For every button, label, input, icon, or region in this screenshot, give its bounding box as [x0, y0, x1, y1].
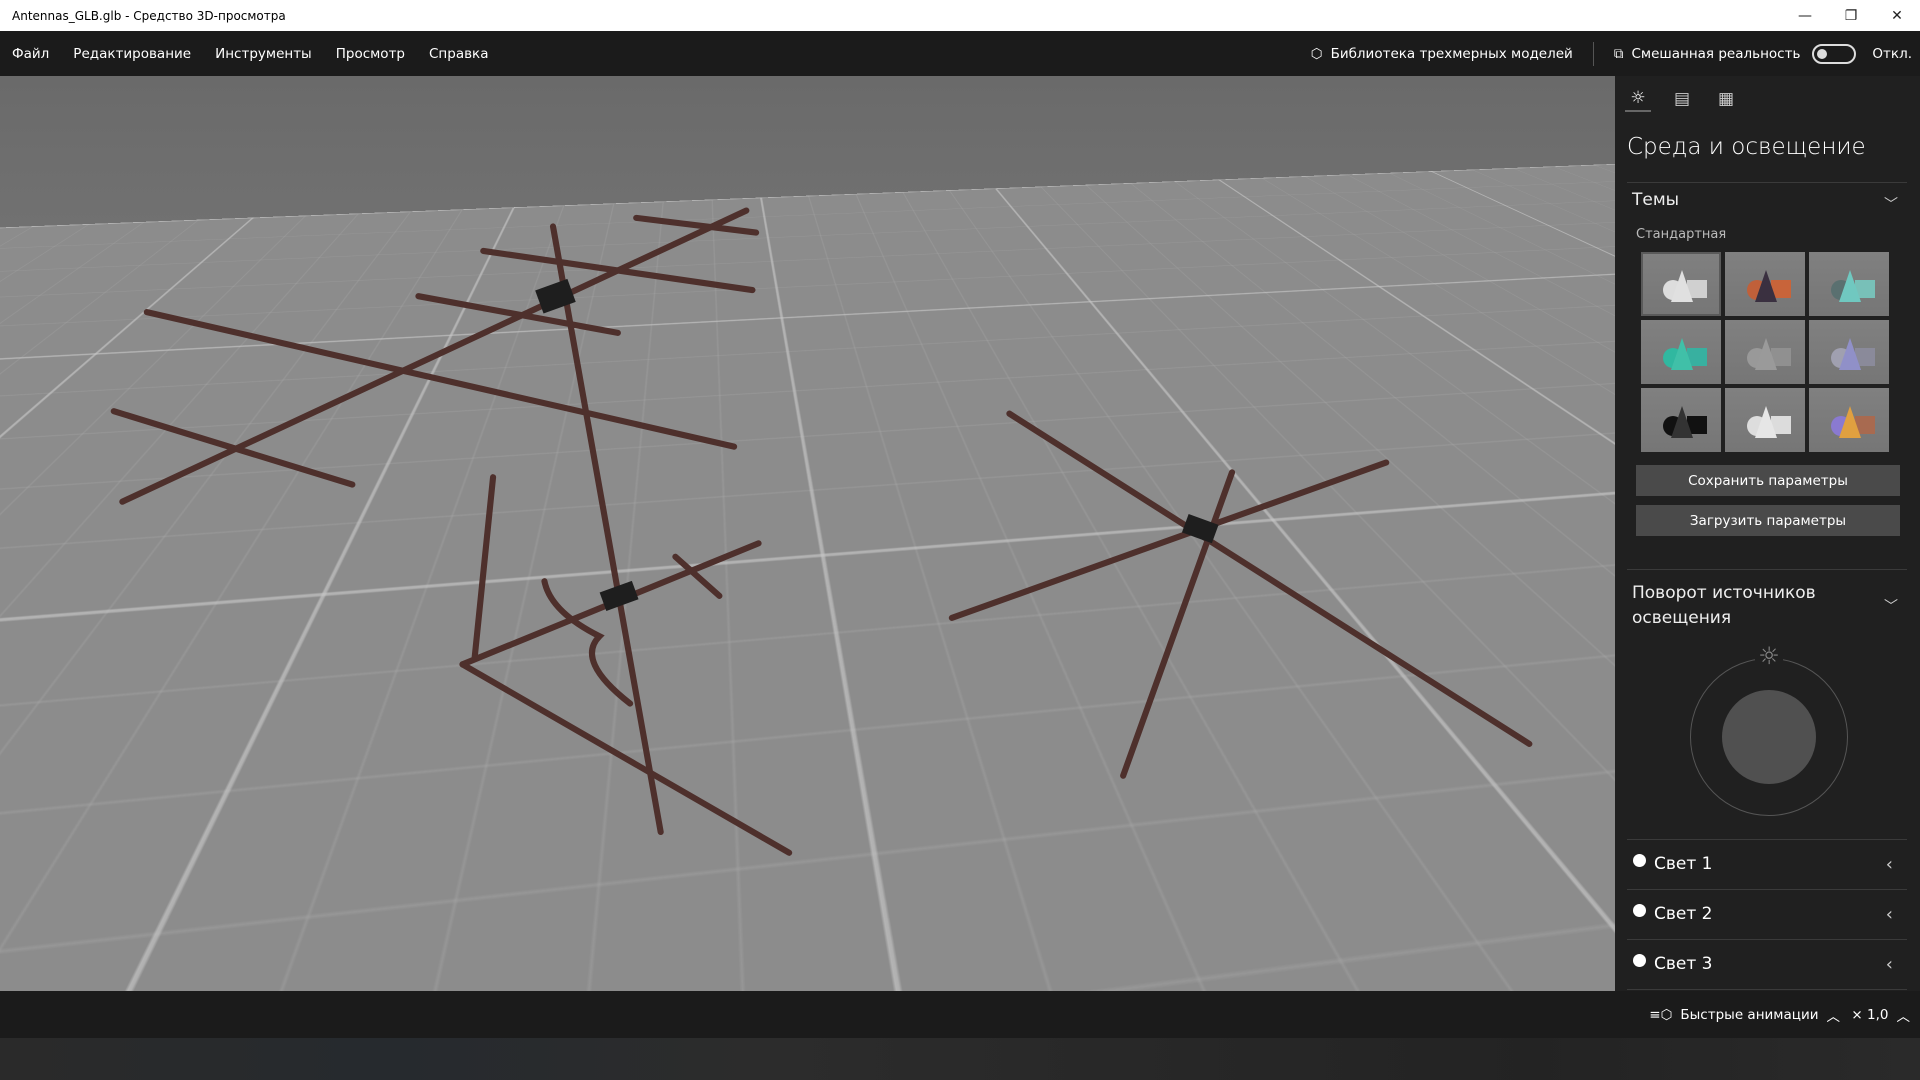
antenna-model[interactable] [0, 76, 1615, 991]
themes-subheader: Стандартная [1636, 227, 1727, 242]
cone-shape [1755, 270, 1777, 302]
menu-help[interactable]: Справка [417, 46, 500, 62]
bottom-bar: ≡⬡ Быстрые анимации ︿ × 1,0 ︿ [0, 991, 1920, 1038]
themes-header[interactable]: Темы [1632, 190, 1679, 210]
theme-tile[interactable] [1725, 320, 1805, 384]
3d-library-button[interactable]: Библиотека трехмерных моделей [1331, 46, 1573, 62]
stats-tab-chart-icon[interactable]: ▤ [1669, 86, 1695, 112]
speed-label: × 1,0 [1851, 1006, 1889, 1023]
light-dot-icon [1633, 953, 1646, 967]
theme-tile[interactable] [1809, 252, 1889, 316]
load-settings-button[interactable]: Загрузить параметры [1636, 505, 1900, 536]
divider [1592, 41, 1594, 66]
lighting-tab-sun-icon[interactable]: ☼ [1625, 86, 1651, 112]
menu-tools[interactable]: Инструменты [203, 46, 324, 62]
cone-shape [1671, 406, 1693, 438]
cone-shape [1755, 338, 1777, 370]
chevron-up-icon: ︿ [1826, 1008, 1841, 1025]
theme-grid [1641, 252, 1889, 452]
header-line: Поворот источников [1632, 583, 1816, 603]
chevron-down-icon[interactable]: ﹀ [1884, 596, 1898, 616]
cone-shape [1671, 270, 1693, 302]
window-title: Antennas_GLB.glb - Средство 3D-просмотра [12, 8, 286, 23]
cone-shape [1755, 406, 1777, 438]
cone-shape [1671, 338, 1693, 370]
cone-shape [1839, 270, 1861, 302]
mixed-reality-label: Смешанная реальность [1631, 45, 1801, 62]
chevron-down-icon[interactable]: ﹀ [1884, 194, 1898, 214]
menu-edit[interactable]: Редактирование [61, 46, 203, 62]
menu-file[interactable]: Файл [0, 46, 61, 62]
menu-bar: Файл Редактирование Инструменты Просмотр… [0, 31, 1920, 76]
chevron-left-icon[interactable]: ‹ [1886, 904, 1893, 925]
light-3-row[interactable]: Свет 3 ‹ [1629, 939, 1909, 989]
taskbar [0, 1038, 1920, 1080]
environment-panel: ☼ ▤ ▦ Среда и освещение Темы ﹀ Стандартн… [1615, 76, 1920, 991]
theme-tile[interactable] [1641, 252, 1721, 316]
divider [1627, 989, 1907, 990]
3d-library-icon: ⬡ [1310, 45, 1323, 62]
divider [1627, 182, 1907, 183]
theme-tile[interactable] [1809, 388, 1889, 452]
light-1-row[interactable]: Свет 1 ‹ [1629, 839, 1909, 889]
rotation-knob[interactable] [1722, 690, 1816, 784]
chevron-left-icon[interactable]: ‹ [1886, 954, 1893, 975]
save-settings-button[interactable]: Сохранить параметры [1636, 465, 1900, 496]
speed-button[interactable]: × 1,0 ︿ [1851, 991, 1910, 1038]
theme-tile[interactable] [1641, 388, 1721, 452]
theme-tile[interactable] [1809, 320, 1889, 384]
light-label: Свет 3 [1654, 954, 1713, 974]
3d-viewport[interactable] [0, 76, 1615, 991]
theme-tile[interactable] [1725, 252, 1805, 316]
theme-tile[interactable] [1725, 388, 1805, 452]
close-button[interactable]: ✕ [1874, 0, 1920, 31]
minimize-button[interactable]: — [1782, 0, 1828, 31]
light-rotation-header[interactable]: Поворот источников освещения [1632, 581, 1816, 631]
restore-button[interactable]: ❐ [1828, 0, 1874, 31]
menu-view[interactable]: Просмотр [324, 46, 417, 62]
mixed-reality-icon: ⧉ [1613, 45, 1624, 62]
light-dot-icon [1633, 853, 1646, 867]
chevron-up-icon: ︿ [1896, 1008, 1911, 1025]
divider [1627, 569, 1907, 570]
light-2-row[interactable]: Свет 2 ‹ [1629, 889, 1909, 939]
light-dot-icon [1633, 903, 1646, 917]
animations-label: Быстрые анимации [1680, 1006, 1819, 1023]
chevron-left-icon[interactable]: ‹ [1886, 854, 1893, 875]
mixed-reality-toggle[interactable] [1812, 43, 1857, 64]
panel-title: Среда и освещение [1627, 134, 1866, 160]
toggle-state: Откл. [1872, 45, 1912, 62]
theme-tile[interactable] [1641, 320, 1721, 384]
grid-tab-grid-icon[interactable]: ▦ [1713, 86, 1739, 112]
title-bar: Antennas_GLB.glb - Средство 3D-просмотра… [0, 0, 1920, 31]
cone-shape [1839, 406, 1861, 438]
animation-icon: ≡⬡ [1649, 1006, 1673, 1023]
light-label: Свет 2 [1654, 904, 1713, 924]
header-line: освещения [1632, 608, 1732, 628]
light-label: Свет 1 [1654, 854, 1713, 874]
quick-animations-button[interactable]: ≡⬡ Быстрые анимации ︿ [1649, 991, 1840, 1038]
sun-icon[interactable]: ☼ [1755, 642, 1783, 670]
cone-shape [1839, 338, 1861, 370]
